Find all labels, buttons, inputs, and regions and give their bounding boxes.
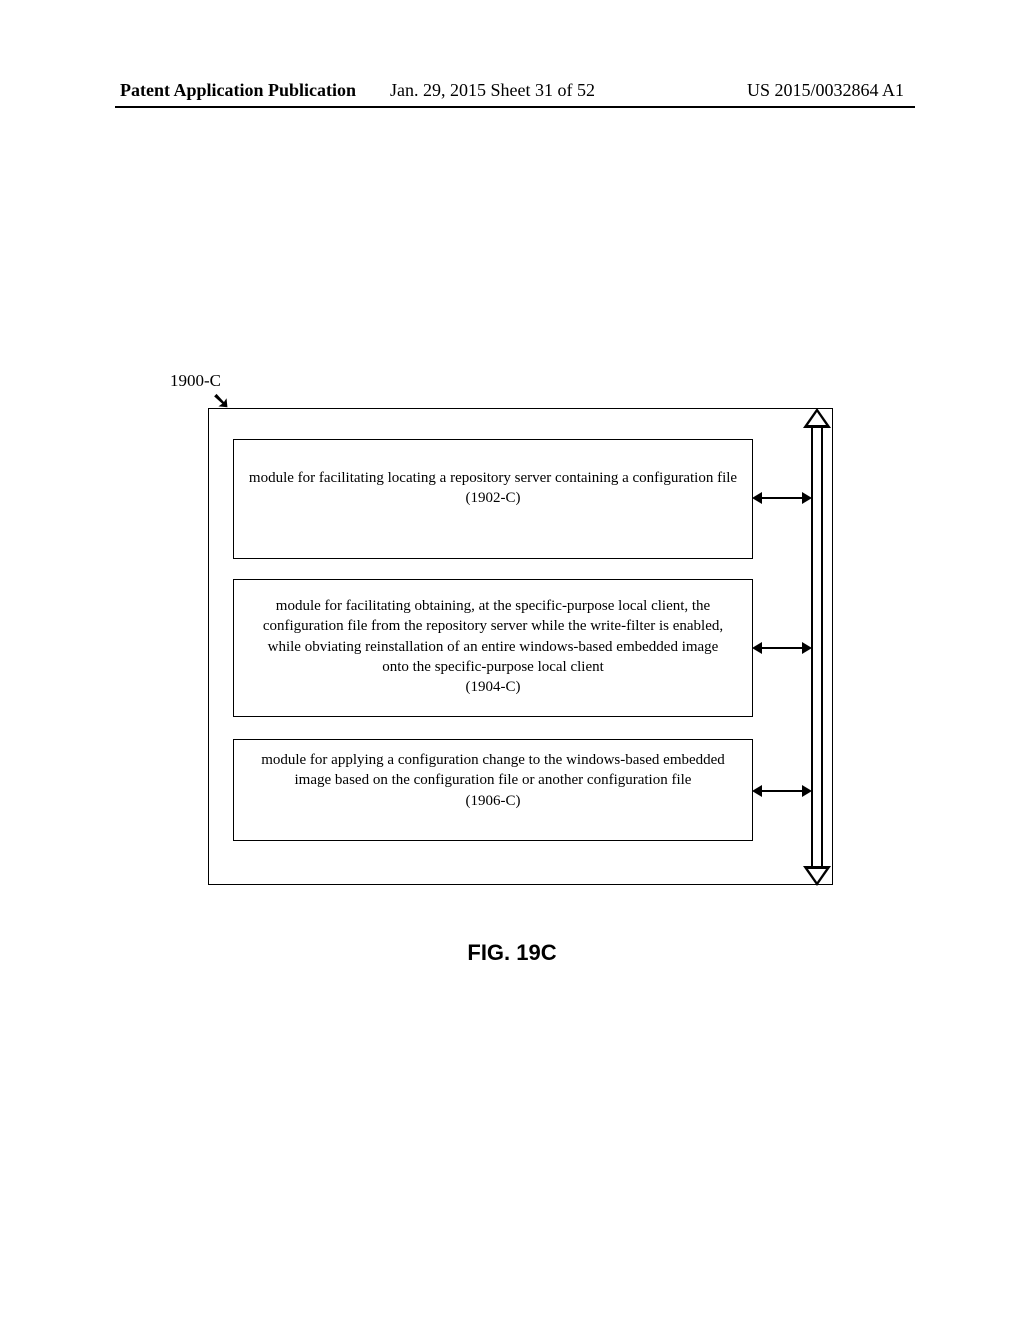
module-1904c: module for facilitating obtaining, at th…	[233, 579, 753, 717]
header-rule	[115, 106, 915, 108]
module-id: (1902-C)	[248, 488, 738, 508]
module-text: module for facilitating locating a repos…	[248, 468, 738, 488]
diagram-container: module for facilitating locating a repos…	[208, 408, 833, 885]
module-1902c: module for facilitating locating a repos…	[233, 439, 753, 559]
header-date-sheet: Jan. 29, 2015 Sheet 31 of 52	[390, 80, 595, 101]
connector-arrow-3	[754, 790, 810, 792]
module-id: (1904-C)	[248, 677, 738, 697]
module-text: module for applying a configuration chan…	[248, 750, 738, 791]
connector-arrow-2	[754, 647, 810, 649]
header-publication: Patent Application Publication	[120, 80, 356, 101]
module-1906c: module for applying a configuration chan…	[233, 739, 753, 841]
connector-arrow-1	[754, 497, 810, 499]
module-id: (1906-C)	[248, 791, 738, 811]
module-text: module for facilitating obtaining, at th…	[248, 596, 738, 677]
header-patent-number: US 2015/0032864 A1	[747, 80, 904, 101]
figure-label: FIG. 19C	[0, 940, 1024, 966]
